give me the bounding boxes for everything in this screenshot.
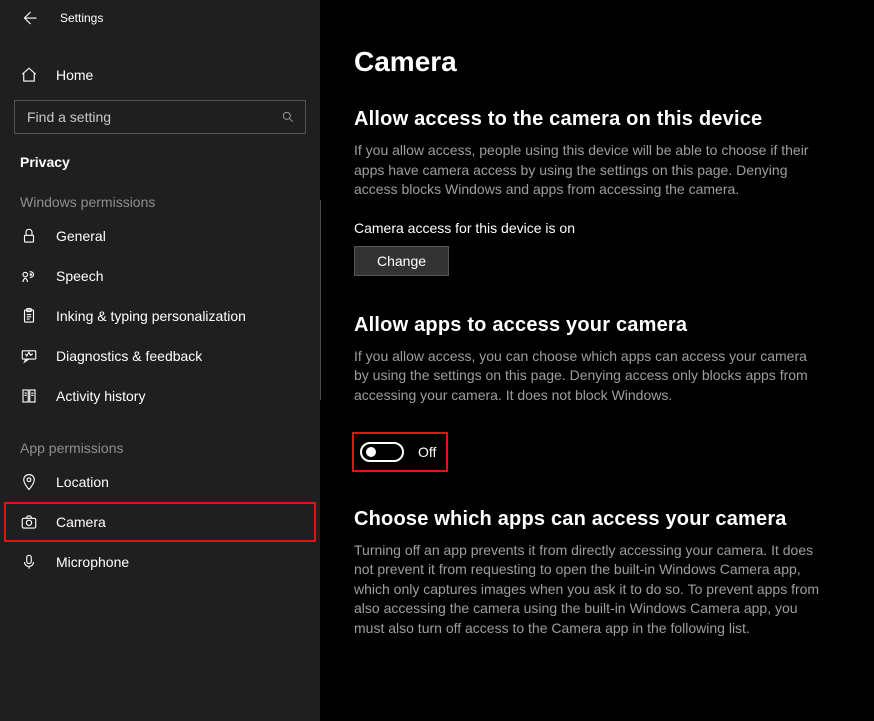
section-app-access-desc: If you allow access, you can choose whic… [354, 347, 824, 406]
app-title: Settings [60, 11, 103, 25]
titlebar: Settings [0, 0, 320, 36]
lock-icon [20, 227, 38, 245]
home-icon [20, 66, 38, 84]
sidebar-item-label: Location [56, 474, 109, 490]
sidebar-item-inking[interactable]: Inking & typing personalization [0, 296, 320, 336]
section-device-access-desc: If you allow access, people using this d… [354, 141, 824, 200]
section-app-access-title: Allow apps to access your camera [354, 314, 844, 337]
sidebar-item-label: Camera [56, 514, 106, 530]
home-label: Home [56, 67, 93, 83]
camera-icon [20, 513, 38, 531]
sidebar-item-location[interactable]: Location [0, 462, 320, 502]
toggle-state-label: Off [418, 444, 436, 460]
sidebar-item-speech[interactable]: Speech [0, 256, 320, 296]
sidebar-panel: Settings Home Privacy Windows permission… [0, 0, 320, 721]
section-device-access-title: Allow access to the camera on this devic… [354, 108, 844, 131]
page-title: Camera [354, 46, 844, 78]
sidebar-item-microphone[interactable]: Microphone [0, 542, 320, 582]
sidebar-current-section: Privacy [0, 134, 320, 170]
activity-history-icon [20, 387, 38, 405]
sidebar-item-camera[interactable]: Camera [4, 502, 316, 542]
back-icon[interactable] [20, 9, 38, 27]
search-input[interactable] [25, 108, 281, 126]
content-panel: Camera Allow access to the camera on thi… [320, 0, 874, 721]
sidebar-item-diagnostics[interactable]: Diagnostics & feedback [0, 336, 320, 376]
sidebar-item-label: Activity history [56, 388, 145, 404]
search-icon [281, 110, 295, 124]
sidebar-item-activity[interactable]: Activity history [0, 376, 320, 416]
sidebar-item-general[interactable]: General [0, 216, 320, 256]
toggle-knob [366, 447, 376, 457]
search-box[interactable] [14, 100, 306, 134]
sidebar-item-label: Diagnostics & feedback [56, 348, 202, 364]
microphone-icon [20, 553, 38, 571]
location-icon [20, 473, 38, 491]
clipboard-icon [20, 307, 38, 325]
speech-icon [20, 267, 38, 285]
app-access-toggle[interactable] [360, 442, 404, 462]
group-windows-permissions: Windows permissions [0, 170, 320, 216]
sidebar-item-label: Microphone [56, 554, 129, 570]
sidebar-item-label: Speech [56, 268, 103, 284]
section-choose-apps-title: Choose which apps can access your camera [354, 508, 844, 531]
section-choose-apps-desc: Turning off an app prevents it from dire… [354, 541, 824, 639]
group-app-permissions: App permissions [0, 416, 320, 462]
sidebar-item-label: General [56, 228, 106, 244]
device-access-status: Camera access for this device is on [354, 220, 844, 236]
sidebar-item-label: Inking & typing personalization [56, 308, 246, 324]
home-nav[interactable]: Home [0, 56, 320, 94]
feedback-icon [20, 347, 38, 365]
app-access-toggle-row: Off [354, 434, 446, 470]
change-button[interactable]: Change [354, 246, 449, 276]
scroll-indicator[interactable] [320, 200, 321, 400]
